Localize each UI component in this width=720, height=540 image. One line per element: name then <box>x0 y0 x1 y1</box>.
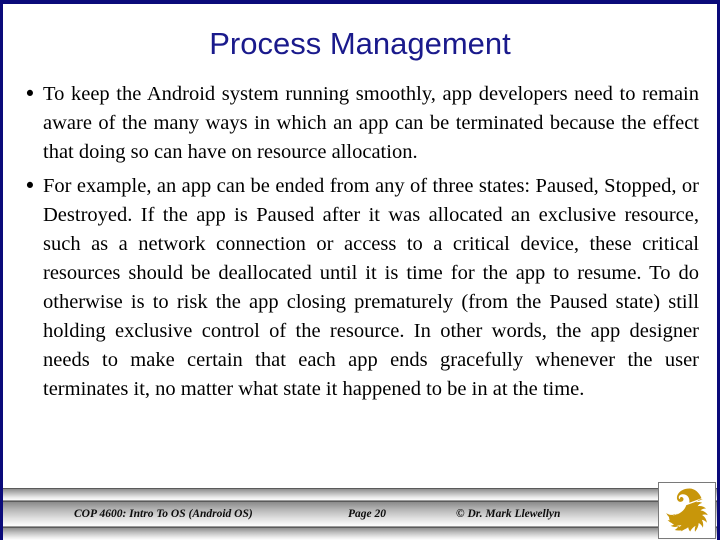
bullet-point-icon: • <box>23 82 37 106</box>
footer-band-top <box>3 488 717 501</box>
pegasus-icon <box>666 488 708 532</box>
footer-text-row: COP 4600: Intro To OS (Android OS) Page … <box>3 501 717 527</box>
bullet-point-icon: • <box>23 174 37 198</box>
list-item: • To keep the Android system running smo… <box>17 80 699 167</box>
footer-copyright-label: © Dr. Mark Llewellyn <box>456 508 561 520</box>
slide-canvas: Process Management • To keep the Android… <box>0 0 720 540</box>
bullet-text: To keep the Android system running smoot… <box>43 83 699 163</box>
footer-band-bottom <box>3 527 717 540</box>
footer-course-label: COP 4600: Intro To OS (Android OS) <box>74 508 253 520</box>
bullet-text: For example, an app can be ended from an… <box>43 175 699 400</box>
page-title: Process Management <box>209 26 511 61</box>
ucf-pegasus-logo <box>658 482 716 539</box>
slide-footer: COP 4600: Intro To OS (Android OS) Page … <box>3 486 717 540</box>
slide-body: • To keep the Android system running smo… <box>17 80 699 409</box>
list-item: • For example, an app can be ended from … <box>17 172 699 404</box>
footer-page-number: Page 20 <box>348 508 387 520</box>
